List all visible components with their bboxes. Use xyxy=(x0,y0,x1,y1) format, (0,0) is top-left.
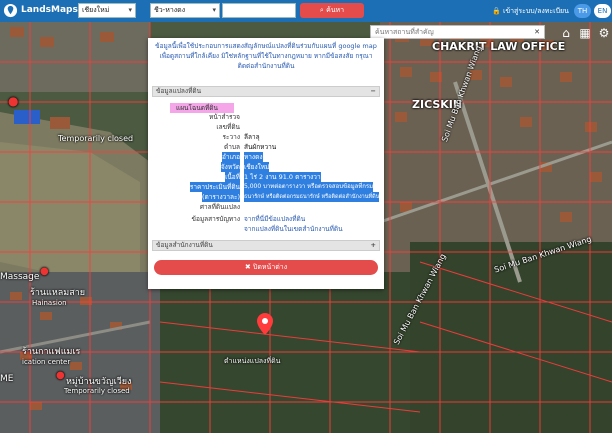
chevron-down-icon: ▾ xyxy=(128,6,132,14)
land-info-section-header[interactable]: ข้อมูลแปลงที่ดิน − xyxy=(152,86,380,97)
brand-name: LandsMaps xyxy=(21,5,78,15)
info-row-district: อำเภอ หางดง xyxy=(152,152,380,162)
map-label-education-center[interactable]: ication center xyxy=(22,358,70,366)
top-bar: LandsMaps เชียงใหม่ ▾ ชีว-หางดง ▾ ⌕ ค้นห… xyxy=(0,0,612,22)
province-value: เชียงใหม่ xyxy=(82,6,110,14)
row-label: หน้าสำรวจ xyxy=(209,113,240,121)
search-icon: ⌕ xyxy=(319,6,324,14)
info-row-registry: ข้อมูลสารบัญทาง จากที่นี่มีข้อแปลงที่ดิน xyxy=(152,214,380,224)
row-label: ราคาประเมินที่ดิน xyxy=(189,182,240,192)
login-link[interactable]: 🔒 เข้าสู่ระบบ/ลงทะเบียน xyxy=(492,6,569,17)
row-label: เลขที่ดิน xyxy=(216,123,240,131)
map-label-ban-khwan[interactable]: หมู่บ้านขวัญเวียง xyxy=(66,374,131,388)
search-button-label: ค้นหา xyxy=(326,6,345,14)
district-value: ชีว-หางดง xyxy=(154,6,186,14)
office-info-section-title: ข้อมูลสำนักงานที่ดิน xyxy=(156,241,213,249)
row-value: เชียงใหม่ xyxy=(244,162,270,172)
registry-link[interactable]: จากที่นี่มีข้อแปลงที่ดิน xyxy=(244,214,305,224)
parcel-pin-label: ตำแหน่งแปลงที่ดิน xyxy=(224,357,281,365)
expand-icon[interactable]: + xyxy=(371,241,376,250)
login-label: เข้าสู่ระบบ/ลงทะเบียน xyxy=(502,7,569,15)
info-row-appraisal: ราคาประเมินที่ดิน 5,000 บาทต่อตารางวา หร… xyxy=(152,182,380,192)
search-button[interactable]: ⌕ ค้นหา xyxy=(300,3,364,18)
close-icon[interactable]: ✕ xyxy=(534,26,540,38)
district-select[interactable]: ชีว-หางดง ▾ xyxy=(150,3,220,18)
map-pin-icon[interactable]: ● xyxy=(56,370,65,381)
info-row-land-no: เลขที่ดิน xyxy=(152,122,380,132)
office-info-section-header[interactable]: ข้อมูลสำนักงานที่ดิน + xyxy=(152,240,380,251)
row-label: จังหวัด xyxy=(220,162,240,172)
deed-link-label: แผนโฉนดที่ดิน xyxy=(176,104,218,112)
close-window-button[interactable]: ✖ ปิดหน้าต่าง xyxy=(154,260,378,275)
map-label-hainan[interactable]: Hainasion xyxy=(32,299,67,307)
row-value: หางดง xyxy=(244,152,263,162)
close-window-label: ปิดหน้าต่าง xyxy=(252,263,288,271)
row-label: ระวาง xyxy=(222,133,240,141)
row-label: ตำบล xyxy=(224,143,240,151)
landsmaps-logo-icon xyxy=(3,3,18,18)
map-label-massage[interactable]: Massage xyxy=(0,272,39,282)
row-label: อำเภอ xyxy=(222,152,240,162)
row-value: ลีลาลุ xyxy=(244,133,260,141)
parcel-info-popup: ข้อมูลนี้เพื่อใช้ประกอบการแสดงสัญลักษณ์แ… xyxy=(148,38,384,289)
row-value: ธนารักษ์ หรือติดต่อกรมธนารักษ์ หรือติดต่… xyxy=(244,192,380,202)
close-icon: ✖ xyxy=(244,263,251,271)
info-row-sheet: ระวาง ลีลาลุ xyxy=(152,132,380,142)
map-label-temp-closed-2[interactable]: Temporarily closed xyxy=(64,387,130,395)
map-pin-icon[interactable]: ● xyxy=(40,266,49,277)
lock-icon: 🔒 xyxy=(492,7,501,15)
lang-en-button[interactable]: EN xyxy=(594,4,611,18)
info-row-subdistrict: ตำบล สันผักหวาน xyxy=(152,142,380,152)
map-label-law-office[interactable]: CHAKRIT LAW OFFICE xyxy=(432,40,565,53)
map-label-temp-closed-1[interactable]: Temporarily closed xyxy=(58,134,133,143)
map-pin-icon[interactable]: ● xyxy=(8,94,18,108)
home-icon[interactable]: ⌂ xyxy=(559,26,573,40)
row-label: ศาลที่ดินแปลง xyxy=(199,203,240,211)
map-label-me[interactable]: ME xyxy=(0,374,13,384)
land-info-section-title: ข้อมูลแปลงที่ดิน xyxy=(156,87,202,95)
lang-th-button[interactable]: TH xyxy=(574,4,591,18)
info-row-province: จังหวัด เชียงใหม่ xyxy=(152,162,380,172)
gear-icon[interactable]: ⚙ xyxy=(597,26,611,40)
row-value: 5,000 บาทต่อตารางวา หรือตรวจสอบข้อมูลที่… xyxy=(244,182,374,192)
registry-office-link[interactable]: จากแปลงที่ดินในเขตสำนักงานที่ดิน xyxy=(244,224,343,234)
info-row-appraisal-unit: (ตารางวาละ) ธนารักษ์ หรือติดต่อกรมธนารัก… xyxy=(152,192,380,202)
layers-icon[interactable]: ▦ xyxy=(578,26,592,40)
poi-search-input[interactable]: ค้นหาสถานที่สำคัญ ✕ xyxy=(370,25,545,39)
row-label: (ตารางวาละ) xyxy=(201,192,240,202)
info-row-court: ศาลที่ดินแปลง xyxy=(152,202,380,212)
poi-search-placeholder: ค้นหาสถานที่สำคัญ xyxy=(375,28,434,36)
province-select[interactable]: เชียงใหม่ ▾ xyxy=(78,3,136,18)
parcel-number-input[interactable] xyxy=(222,3,296,18)
info-row-area: เนื้อที่ 1 ไร่ 2 งาน 91.0 ตารางวา xyxy=(152,172,380,182)
row-label: ข้อมูลสารบัญทาง xyxy=(191,215,241,223)
collapse-icon[interactable]: − xyxy=(371,87,376,96)
row-label: เนื้อที่ xyxy=(225,172,240,182)
parcel-location-pin-icon[interactable] xyxy=(257,313,273,335)
chevron-down-icon: ▾ xyxy=(212,6,216,14)
map-label-ran-laem-sai[interactable]: ร้านแหลมสาย xyxy=(30,285,85,299)
disclaimer-text: ข้อมูลนี้เพื่อใช้ประกอบการแสดงสัญลักษณ์แ… xyxy=(155,42,377,70)
row-value: 1 ไร่ 2 งาน 91.0 ตารางวา xyxy=(244,172,321,182)
info-row-survey: หน้าสำรวจ xyxy=(152,112,380,122)
map-label-kuen[interactable]: ร้านกาแฟแมเร xyxy=(22,344,80,358)
row-value: สันผักหวาน xyxy=(244,143,277,151)
info-row-registry-2: จากแปลงที่ดินในเขตสำนักงานที่ดิน xyxy=(152,224,380,234)
